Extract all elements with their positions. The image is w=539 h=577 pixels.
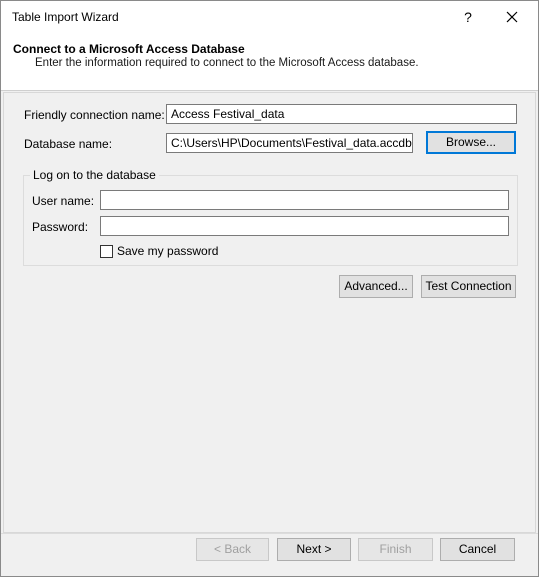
wizard-content: Friendly connection name: Access Festiva… [3,92,536,533]
finish-button[interactable]: Finish [358,538,433,561]
browse-button[interactable]: Browse... [426,131,516,154]
logon-groupbox: Log on to the database User name: Passwo… [23,168,518,266]
window-title: Table Import Wizard [12,10,119,24]
user-name-label: User name: [32,194,95,208]
close-icon [506,11,518,23]
password-input[interactable] [100,216,509,236]
wizard-header: Connect to a Microsoft Access Database E… [1,33,538,91]
help-button[interactable]: ? [453,4,483,30]
test-connection-button[interactable]: Test Connection [421,275,516,298]
friendly-name-input[interactable]: Access Festival_data [166,104,517,124]
advanced-button[interactable]: Advanced... [339,275,413,298]
cancel-button[interactable]: Cancel [440,538,515,561]
save-password-label: Save my password [117,244,219,258]
back-button[interactable]: < Back [196,538,269,561]
wizard-footer: < Back Next > Finish Cancel [1,534,538,576]
title-bar: Table Import Wizard ? [1,1,538,33]
page-subtitle: Enter the information required to connec… [35,57,419,69]
next-button[interactable]: Next > [277,538,351,561]
page-title: Connect to a Microsoft Access Database [13,42,245,56]
table-import-wizard-window: Table Import Wizard ? Connect to a Micro… [0,0,539,577]
database-name-input[interactable]: C:\Users\HP\Documents\Festival_data.accd… [166,133,413,153]
database-name-label: Database name: [24,137,113,151]
password-label: Password: [32,220,89,234]
close-button[interactable] [495,4,529,30]
user-name-input[interactable] [100,190,509,210]
logon-group-label: Log on to the database [30,168,159,182]
friendly-name-label: Friendly connection name: [24,108,165,122]
save-password-checkbox[interactable] [100,245,113,258]
